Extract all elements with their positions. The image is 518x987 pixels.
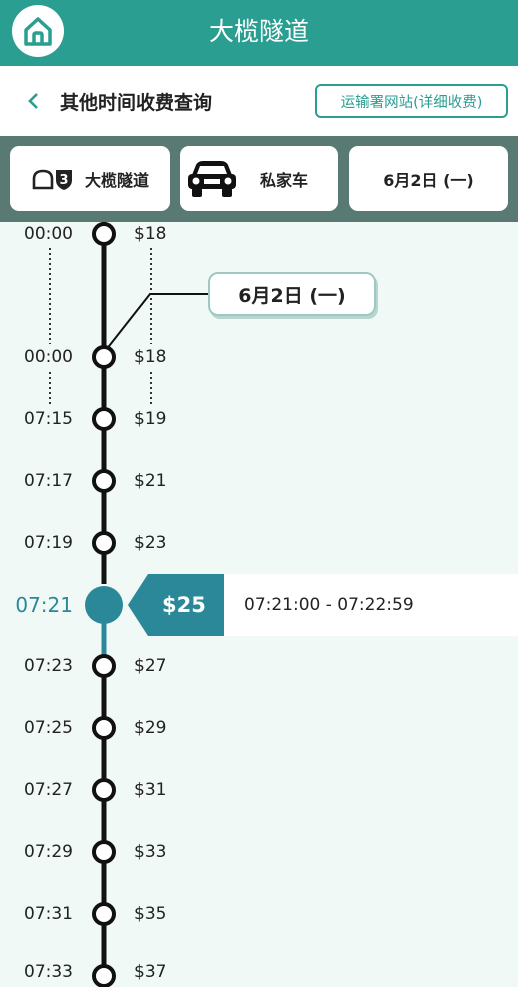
toll-price: $31 [134, 780, 167, 800]
car-icon [186, 159, 238, 199]
selected-node [85, 586, 123, 624]
app-header: 大榄隧道 [0, 0, 518, 66]
selected-time-range: 07:21:00 - 07:22:59 [244, 595, 414, 615]
toll-row[interactable]: 07:29 $33 [0, 837, 518, 867]
sub-header: 其他时间收费查询 运输署网站(详细收费) [0, 66, 518, 136]
route-number: 3 [59, 173, 68, 188]
toll-row[interactable]: 00:00 $18 [0, 222, 518, 249]
date-marker-bubble: 6月2日 (一) [208, 272, 376, 316]
selected-marker [85, 574, 224, 636]
toll-price: $18 [134, 224, 167, 244]
toll-row[interactable]: 07:23 $27 [0, 651, 518, 681]
toll-time: 07:33 [24, 962, 73, 982]
toll-time: 00:00 [24, 224, 73, 244]
selected-date: 6月2日 (一) [383, 170, 474, 190]
toll-price: $35 [134, 904, 167, 924]
vehicle-type: 私家车 [260, 170, 309, 190]
toll-row[interactable]: 07:19 $23 [0, 528, 518, 558]
toll-time: 07:23 [24, 656, 73, 676]
toll-row[interactable]: 07:27 $31 [0, 775, 518, 805]
toll-row[interactable]: 07:31 $35 [0, 899, 518, 929]
back-chevron-icon[interactable] [24, 91, 44, 111]
toll-time: 07:19 [24, 533, 73, 553]
vehicle-selector[interactable]: 私家车 [180, 146, 338, 211]
td-website-button[interactable]: 运输署网站(详细收费) [315, 84, 508, 118]
toll-time: 07:31 [24, 904, 73, 924]
toll-price: $27 [134, 656, 167, 676]
toll-time: 07:25 [24, 718, 73, 738]
toll-price: $18 [134, 347, 167, 367]
tunnel-route-icon: 3 [31, 167, 75, 191]
toll-time: 07:15 [24, 409, 73, 429]
toll-row[interactable]: 07:25 $29 [0, 713, 518, 743]
toll-timeline[interactable]: 6月2日 (一) 00:00 $18 00:00 $18 07:15 $19 0… [0, 222, 518, 987]
filter-bar: 3 大榄隧道 私家车 6月2日 (一) [0, 136, 518, 222]
toll-price: $33 [134, 842, 167, 862]
toll-time: 07:29 [24, 842, 73, 862]
tunnel-selector[interactable]: 3 大榄隧道 [10, 146, 170, 211]
toll-price: $37 [134, 962, 167, 982]
toll-price: $21 [134, 471, 167, 491]
selected-price: $25 [162, 593, 206, 617]
toll-row[interactable]: 00:00 $18 [0, 342, 518, 372]
selected-time: 07:21 [15, 593, 73, 617]
date-selector[interactable]: 6月2日 (一) [349, 146, 508, 211]
toll-time: 07:17 [24, 471, 73, 491]
page-title: 其他时间收费查询 [60, 92, 213, 114]
toll-row[interactable]: 07:15 $19 [0, 404, 518, 434]
toll-row[interactable]: 07:17 $21 [0, 466, 518, 496]
app-title: 大榄隧道 [208, 17, 309, 46]
toll-time: 00:00 [24, 347, 73, 367]
toll-price: $19 [134, 409, 167, 429]
toll-time: 07:27 [24, 780, 73, 800]
toll-price: $29 [134, 718, 167, 738]
toll-row[interactable]: 07:33 $37 [0, 957, 518, 987]
tunnel-name: 大榄隧道 [84, 170, 149, 190]
toll-price: $23 [134, 533, 167, 553]
